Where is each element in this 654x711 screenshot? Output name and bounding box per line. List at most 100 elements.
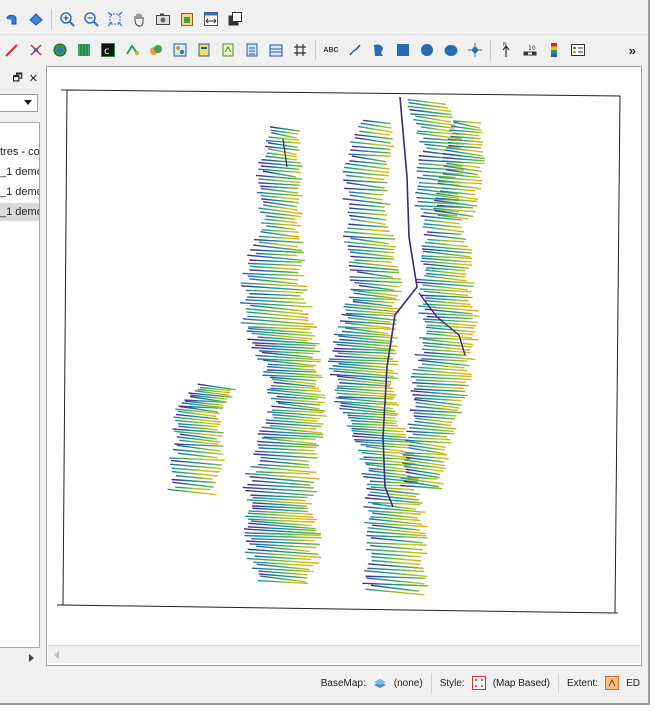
classed-post-icon[interactable] bbox=[170, 40, 190, 60]
line-segment bbox=[426, 315, 473, 320]
legend-icon[interactable] bbox=[568, 40, 588, 60]
layer-filter-dropdown[interactable] bbox=[0, 94, 38, 112]
vector-icon[interactable] bbox=[122, 40, 142, 60]
symbol-icon[interactable] bbox=[465, 40, 485, 60]
line-segment bbox=[266, 225, 296, 231]
circle-icon[interactable] bbox=[417, 40, 437, 60]
line-segment bbox=[244, 534, 322, 539]
paste-map-icon[interactable] bbox=[177, 9, 197, 29]
line-segment bbox=[258, 447, 315, 452]
line-segment bbox=[175, 474, 213, 480]
line-segment bbox=[347, 227, 390, 233]
watershed-icon[interactable] bbox=[242, 40, 262, 60]
line-segment bbox=[371, 555, 422, 562]
curve-icon[interactable] bbox=[369, 40, 389, 60]
extent-icon bbox=[604, 675, 620, 691]
basemap-status[interactable]: BaseMap: (none) bbox=[313, 673, 431, 693]
line-segment bbox=[349, 207, 386, 212]
toolbar-separator bbox=[51, 9, 52, 29]
style-value: (Map Based) bbox=[492, 677, 550, 689]
line-segment bbox=[254, 450, 318, 455]
line-segment bbox=[349, 203, 385, 208]
ellipse-icon[interactable] bbox=[441, 40, 461, 60]
line-segment bbox=[424, 219, 460, 225]
line-segment bbox=[371, 552, 422, 558]
extent-label: Extent: bbox=[566, 677, 599, 689]
panel-close-icon[interactable]: ✕ bbox=[29, 72, 38, 85]
zoom-in-icon[interactable] bbox=[57, 9, 77, 29]
pan-hand-icon[interactable] bbox=[129, 9, 149, 29]
line-segment bbox=[407, 436, 451, 441]
style-icon bbox=[471, 675, 487, 691]
panel-horizontal-scrollbar[interactable] bbox=[0, 650, 40, 666]
line-segment bbox=[371, 537, 423, 544]
status-bar: BaseMap: (none) Style: (Map Based) Exten… bbox=[0, 670, 648, 696]
polyline-icon[interactable] bbox=[345, 40, 365, 60]
globe-layer-icon[interactable] bbox=[50, 40, 70, 60]
main-toolbar: c ABC N 10 » bbox=[0, 34, 648, 65]
line-segment bbox=[369, 544, 424, 551]
zoom-extents-icon[interactable] bbox=[105, 9, 125, 29]
svg-text:N: N bbox=[503, 42, 507, 48]
style-status[interactable]: Style: (Map Based) bbox=[430, 673, 558, 693]
contour-icon[interactable]: c bbox=[98, 40, 118, 60]
scroll-right-icon[interactable] bbox=[29, 654, 34, 662]
text-tool-label: ABC bbox=[323, 46, 339, 54]
line-segment bbox=[424, 241, 469, 248]
line-segment bbox=[406, 430, 455, 435]
line-segment bbox=[351, 422, 399, 427]
line-segment bbox=[350, 218, 386, 225]
rectangle-icon[interactable] bbox=[393, 40, 413, 60]
camera-icon[interactable] bbox=[153, 9, 173, 29]
plot-horizontal-scrollbar[interactable] bbox=[48, 645, 640, 663]
layer-item[interactable]: _1 demo bbox=[0, 163, 40, 181]
layer-item[interactable]: _1 demo bbox=[0, 183, 39, 201]
post-map-icon[interactable] bbox=[146, 40, 166, 60]
line-segment bbox=[427, 238, 465, 243]
shaded-relief-icon[interactable] bbox=[218, 40, 238, 60]
digitize-icon[interactable] bbox=[2, 40, 22, 60]
north-arrow-icon[interactable]: N bbox=[496, 40, 516, 60]
line-segment bbox=[347, 211, 388, 216]
line-segment bbox=[349, 279, 403, 284]
fit-width-icon[interactable] bbox=[201, 9, 221, 29]
line-segment bbox=[248, 262, 302, 267]
grid-layer-icon[interactable] bbox=[74, 40, 94, 60]
viewshed-icon[interactable] bbox=[266, 40, 286, 60]
layer-label: _1 demo bbox=[0, 166, 40, 178]
line-segment bbox=[346, 182, 385, 189]
line-segment bbox=[256, 252, 298, 257]
line-segment bbox=[416, 385, 464, 390]
line-segment bbox=[249, 259, 302, 264]
text-icon[interactable]: ABC bbox=[321, 40, 341, 60]
image-map-icon[interactable] bbox=[194, 40, 214, 60]
extent-status[interactable]: Extent: ED bbox=[557, 673, 648, 693]
measure-icon[interactable] bbox=[26, 40, 46, 60]
line-segment bbox=[171, 478, 216, 484]
line-segment bbox=[366, 542, 427, 546]
line-segment bbox=[365, 575, 426, 580]
scroll-left-icon[interactable] bbox=[54, 651, 59, 659]
line-segment bbox=[172, 481, 214, 488]
style-label: Style: bbox=[439, 677, 465, 689]
copy-window-icon[interactable] bbox=[225, 9, 245, 29]
line-segment bbox=[350, 149, 392, 154]
curve-forward-icon[interactable] bbox=[26, 9, 46, 29]
line-segment bbox=[371, 559, 421, 566]
line-segment bbox=[332, 365, 394, 372]
color-scale-icon[interactable] bbox=[544, 40, 564, 60]
panel-restore-icon[interactable]: 🗗 bbox=[12, 69, 22, 88]
plot-window[interactable] bbox=[46, 66, 642, 666]
scale-bar-icon[interactable]: 10 bbox=[520, 40, 540, 60]
layer-item[interactable]: tres - co bbox=[0, 143, 39, 161]
line-segment bbox=[354, 259, 392, 263]
layer-tree[interactable]: tres - co _1 demo _1 demo _1 demo bbox=[0, 122, 40, 648]
map-canvas[interactable] bbox=[47, 67, 641, 645]
layer-item-selected[interactable]: _1 demo bbox=[0, 203, 39, 221]
zoom-out-icon[interactable] bbox=[81, 9, 101, 29]
curve-back-icon[interactable] bbox=[2, 9, 22, 29]
line-segment bbox=[352, 145, 391, 151]
line-segment bbox=[349, 276, 402, 280]
hash-grid-icon[interactable] bbox=[290, 40, 310, 60]
toolbar-overflow-button[interactable]: » bbox=[629, 43, 636, 58]
